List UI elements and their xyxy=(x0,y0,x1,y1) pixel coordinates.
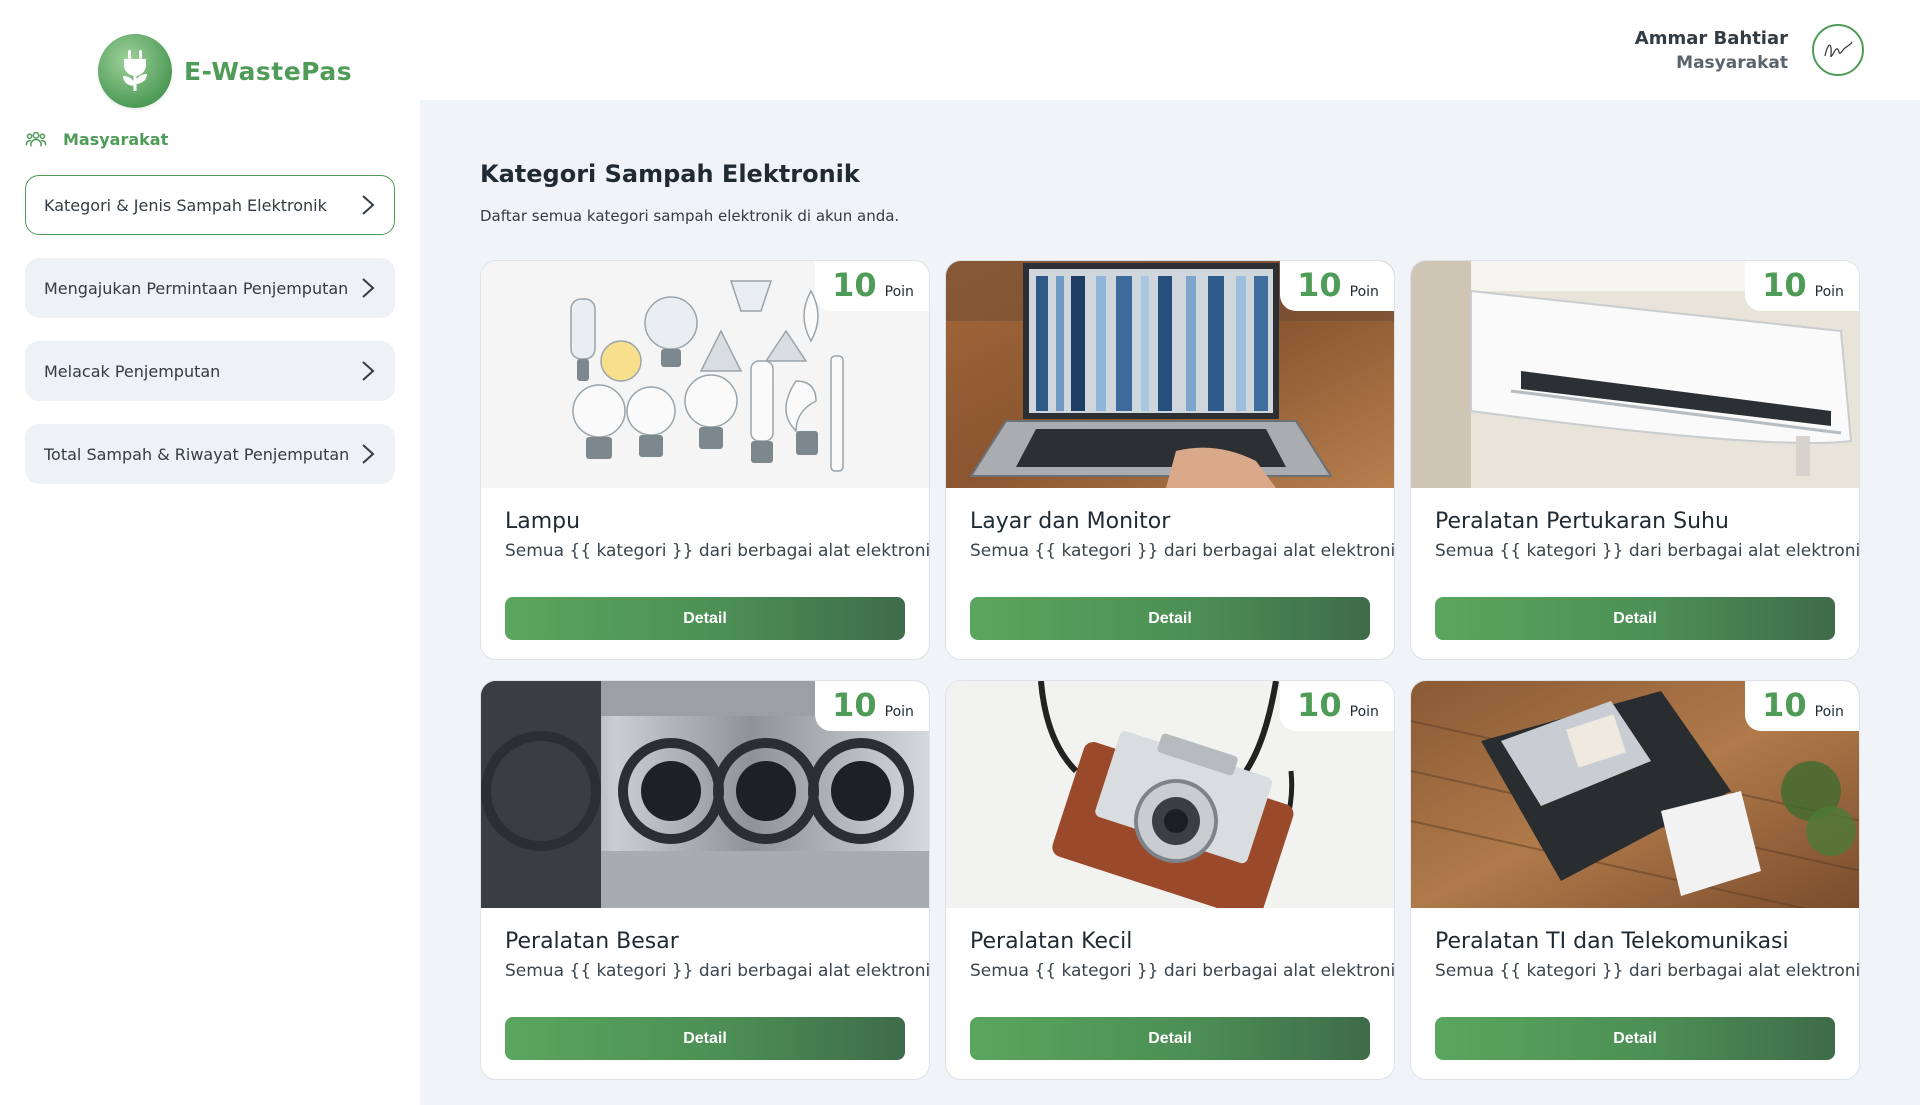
detail-button[interactable]: Detail xyxy=(1435,597,1835,640)
card-description: Semua {{ kategori }} dari berbagai alat … xyxy=(505,961,930,981)
points-value: 10 xyxy=(832,686,877,724)
washing-machine-image: 10 Poin xyxy=(481,681,929,908)
card-title: Peralatan Pertukaran Suhu xyxy=(1435,509,1729,534)
points-value: 10 xyxy=(1762,266,1807,304)
user-role: Masyarakat xyxy=(1676,52,1788,73)
brand[interactable]: E-WastePas xyxy=(98,34,352,108)
points-unit: Poin xyxy=(1814,284,1844,300)
avatar[interactable] xyxy=(1812,24,1864,76)
card-title: Peralatan TI dan Telekomunikasi xyxy=(1435,929,1789,954)
category-card: 10 Poin Peralatan Pertukaran Suhu Semua … xyxy=(1410,260,1860,660)
points-value: 10 xyxy=(1297,686,1342,724)
sidebar-item-riwayat[interactable]: Total Sampah & Riwayat Penjemputan xyxy=(25,424,395,484)
category-card: 10 Poin Peralatan Besar Semua {{ kategor… xyxy=(480,680,930,1080)
detail-button[interactable]: Detail xyxy=(1435,1017,1835,1060)
points-badge: 10 Poin xyxy=(1280,681,1394,731)
chevron-right-icon xyxy=(362,361,375,381)
page-title: Kategori Sampah Elektronik xyxy=(480,160,860,188)
signature-icon xyxy=(1824,41,1853,58)
printer-image: 10 Poin xyxy=(1411,681,1859,908)
user-name: Ammar Bahtiar xyxy=(1634,27,1788,49)
points-badge: 10 Poin xyxy=(1280,261,1394,311)
section-label: Masyarakat xyxy=(25,128,168,150)
chevron-right-icon xyxy=(362,278,375,298)
monitor-image: 10 Poin xyxy=(946,261,1394,488)
card-description: Semua {{ kategori }} dari berbagai alat … xyxy=(1435,961,1860,981)
section-label-text: Masyarakat xyxy=(63,129,169,149)
sidebar-item-label: Total Sampah & Riwayat Penjemputan xyxy=(44,444,350,464)
sidebar-item-kategori[interactable]: Kategori & Jenis Sampah Elektronik xyxy=(25,175,395,235)
card-title: Peralatan Kecil xyxy=(970,929,1133,954)
plug-leaf-logo-icon xyxy=(98,34,172,108)
detail-button[interactable]: Detail xyxy=(505,1017,905,1060)
sidebar: E-WastePas Masyarakat Kategori & Jenis S… xyxy=(0,0,420,1105)
category-card: 10 Poin Peralatan Kecil Semua {{ kategor… xyxy=(945,680,1395,1080)
brand-name: E-WastePas xyxy=(184,56,353,86)
page-subtitle: Daftar semua kategori sampah elektronik … xyxy=(480,207,900,225)
points-unit: Poin xyxy=(884,704,914,720)
points-value: 10 xyxy=(1762,686,1807,724)
sidebar-item-permintaan[interactable]: Mengajukan Permintaan Penjemputan xyxy=(25,258,395,318)
chevron-right-icon xyxy=(362,195,375,215)
points-unit: Poin xyxy=(1349,704,1379,720)
points-badge: 10 Poin xyxy=(1745,681,1859,731)
points-value: 10 xyxy=(832,266,877,304)
card-description: Semua {{ kategori }} dari berbagai alat … xyxy=(1435,541,1860,561)
chevron-right-icon xyxy=(362,444,375,464)
points-unit: Poin xyxy=(1814,704,1844,720)
points-unit: Poin xyxy=(884,284,914,300)
sidebar-item-label: Melacak Penjemputan xyxy=(44,361,221,381)
sidebar-item-label: Kategori & Jenis Sampah Elektronik xyxy=(44,195,327,215)
sidebar-item-label: Mengajukan Permintaan Penjemputan xyxy=(44,278,349,298)
card-description: Semua {{ kategori }} dari berbagai alat … xyxy=(970,961,1395,981)
points-unit: Poin xyxy=(1349,284,1379,300)
top-header: Ammar Bahtiar Masyarakat xyxy=(420,0,1920,100)
points-badge: 10 Poin xyxy=(815,261,929,311)
card-description: Semua {{ kategori }} dari berbagai alat … xyxy=(970,541,1395,561)
air-conditioner-image: 10 Poin xyxy=(1411,261,1859,488)
sidebar-nav: Kategori & Jenis Sampah Elektronik Menga… xyxy=(25,175,395,507)
camera-image: 10 Poin xyxy=(946,681,1394,908)
category-card: 10 Poin Lampu Semua {{ kategori }} dari … xyxy=(480,260,930,660)
detail-button[interactable]: Detail xyxy=(970,597,1370,640)
category-card: 10 Poin Layar dan Monitor Semua {{ kateg… xyxy=(945,260,1395,660)
lamp-image: 10 Poin xyxy=(481,261,929,488)
card-title: Layar dan Monitor xyxy=(970,509,1171,534)
user-info: Ammar Bahtiar Masyarakat xyxy=(1635,28,1788,73)
points-value: 10 xyxy=(1297,266,1342,304)
card-title: Lampu xyxy=(505,509,581,534)
users-icon xyxy=(25,131,47,147)
detail-button[interactable]: Detail xyxy=(970,1017,1370,1060)
points-badge: 10 Poin xyxy=(1745,261,1859,311)
main-content: Kategori Sampah Elektronik Daftar semua … xyxy=(480,160,1860,1080)
detail-button[interactable]: Detail xyxy=(505,597,905,640)
user-profile[interactable]: Ammar Bahtiar Masyarakat xyxy=(1635,24,1864,76)
card-description: Semua {{ kategori }} dari berbagai alat … xyxy=(505,541,930,561)
category-card: 10 Poin Peralatan TI dan Telekomunikasi … xyxy=(1410,680,1860,1080)
sidebar-item-lacak[interactable]: Melacak Penjemputan xyxy=(25,341,395,401)
card-title: Peralatan Besar xyxy=(505,929,679,954)
points-badge: 10 Poin xyxy=(815,681,929,731)
